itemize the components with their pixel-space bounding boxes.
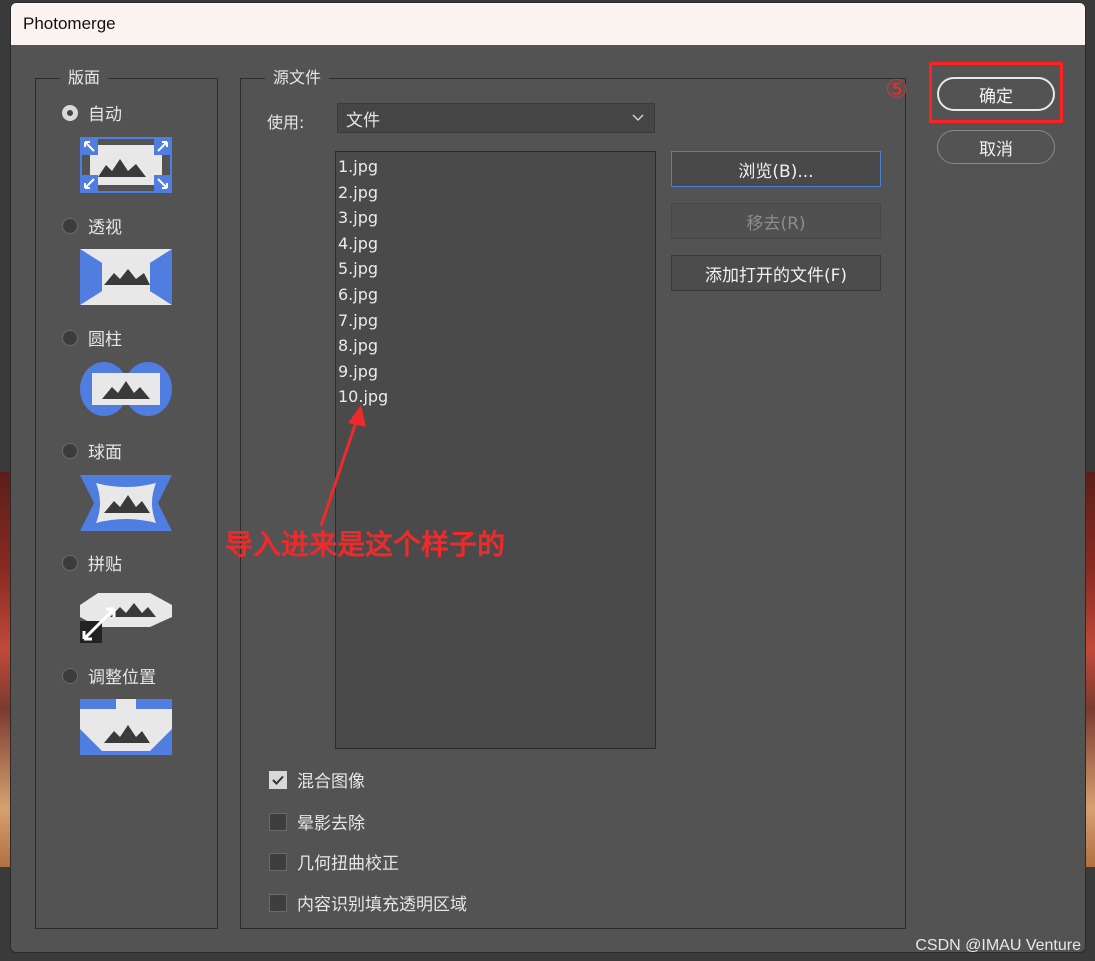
file-list-item[interactable]: 3.jpg xyxy=(338,205,655,231)
file-list-item[interactable]: 4.jpg xyxy=(338,231,655,257)
radio-auto[interactable]: 自动 xyxy=(62,100,122,125)
radio-label: 圆柱 xyxy=(88,330,122,350)
radio-label: 拼贴 xyxy=(88,555,122,575)
checkbox-label: 内容识别填充透明区域 xyxy=(297,895,467,915)
radio-button[interactable] xyxy=(62,667,78,684)
radio-collage[interactable]: 拼贴 xyxy=(62,550,122,575)
checkbox[interactable] xyxy=(269,852,287,871)
blend-images-checkbox[interactable]: 混合图像 xyxy=(269,767,365,792)
check-icon xyxy=(272,775,284,785)
auto-layout-icon xyxy=(80,137,172,193)
radio-label: 自动 xyxy=(88,105,122,125)
remove-button[interactable]: 移去(R) xyxy=(671,203,881,239)
file-list[interactable]: 1.jpg 2.jpg 3.jpg 4.jpg 5.jpg 6.jpg 7.jp… xyxy=(335,151,656,749)
use-select[interactable]: 文件 xyxy=(337,103,655,133)
cancel-button[interactable]: 取消 xyxy=(937,130,1055,164)
perspective-layout-icon xyxy=(80,249,172,305)
use-label: 使用: xyxy=(267,113,305,132)
ok-highlight-box xyxy=(929,62,1063,123)
use-select-value: 文件 xyxy=(346,110,380,131)
radio-label: 球面 xyxy=(88,443,122,463)
radio-button[interactable] xyxy=(62,329,78,346)
radio-button[interactable] xyxy=(62,554,78,571)
radio-button[interactable] xyxy=(62,104,78,121)
content-aware-fill-checkbox[interactable]: 内容识别填充透明区域 xyxy=(269,890,467,915)
file-list-item[interactable]: 7.jpg xyxy=(338,308,655,334)
cylindrical-layout-icon xyxy=(80,362,172,416)
annotation-arrow xyxy=(319,405,366,527)
browse-button[interactable]: 浏览(B)... xyxy=(671,151,881,187)
file-list-item[interactable]: 6.jpg xyxy=(338,282,655,308)
file-list-item[interactable]: 10.jpg xyxy=(338,384,655,410)
radio-reposition[interactable]: 调整位置 xyxy=(62,663,156,688)
reposition-layout-icon xyxy=(80,699,172,755)
file-list-item[interactable]: 2.jpg xyxy=(338,180,655,206)
checkbox-label: 晕影去除 xyxy=(297,814,365,834)
radio-cylindrical[interactable]: 圆柱 xyxy=(62,325,122,350)
file-list-item[interactable]: 8.jpg xyxy=(338,333,655,359)
checkbox[interactable] xyxy=(269,812,287,831)
collage-layout-icon xyxy=(80,593,172,643)
window-title: Photomerge xyxy=(23,14,116,33)
checkbox[interactable] xyxy=(269,893,287,912)
source-legend: 源文件 xyxy=(265,67,330,89)
radio-label: 透视 xyxy=(88,218,122,238)
step-number-annotation: ⑤ xyxy=(885,75,909,105)
radio-spherical[interactable]: 球面 xyxy=(62,438,122,463)
chevron-down-icon xyxy=(632,114,644,122)
checkbox[interactable] xyxy=(269,770,287,789)
radio-label: 调整位置 xyxy=(88,668,156,688)
radio-perspective[interactable]: 透视 xyxy=(62,213,122,238)
file-list-item[interactable]: 1.jpg xyxy=(338,154,655,180)
spherical-layout-icon xyxy=(80,475,172,531)
layout-group: 版面 自动 透视 圆柱 球面 拼贴 调整位置 xyxy=(35,67,218,929)
file-list-item[interactable]: 9.jpg xyxy=(338,359,655,385)
watermark: CSDN @IMAU Venture xyxy=(915,937,1081,954)
title-bar: Photomerge xyxy=(11,3,1085,45)
geometric-distortion-checkbox[interactable]: 几何扭曲校正 xyxy=(269,849,399,874)
radio-button[interactable] xyxy=(62,217,78,234)
checkbox-label: 混合图像 xyxy=(297,772,365,792)
checkbox-label: 几何扭曲校正 xyxy=(297,854,399,874)
annotation-note: 导入进来是这个样子的 xyxy=(225,528,506,561)
vignette-removal-checkbox[interactable]: 晕影去除 xyxy=(269,809,365,834)
layout-legend: 版面 xyxy=(60,67,109,89)
add-open-files-button[interactable]: 添加打开的文件(F) xyxy=(671,255,881,291)
file-list-item[interactable]: 5.jpg xyxy=(338,256,655,282)
radio-button[interactable] xyxy=(62,442,78,459)
photomerge-dialog: Photomerge 版面 自动 透视 圆柱 球面 拼贴 调整位置 源文件 使用… xyxy=(10,2,1086,953)
